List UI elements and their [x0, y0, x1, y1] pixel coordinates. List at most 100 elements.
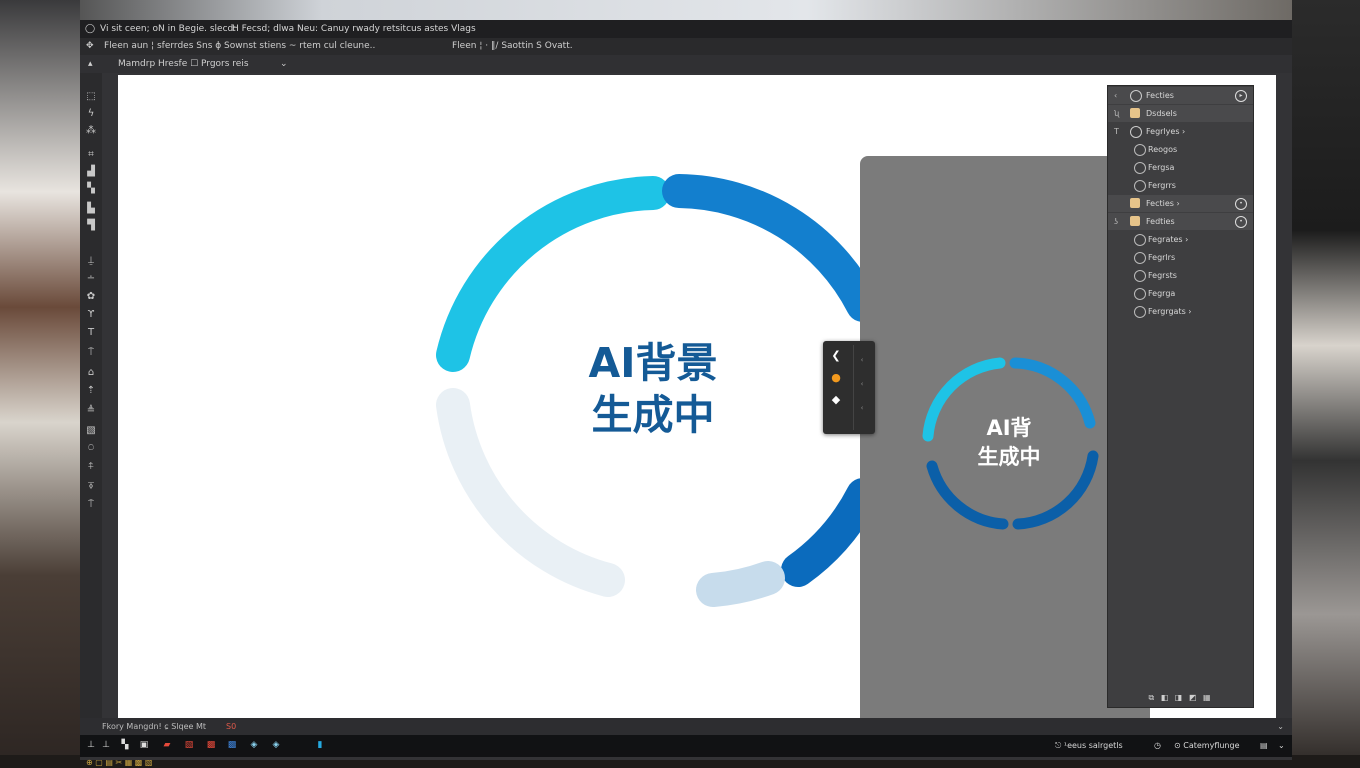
visibility-icon[interactable]: • — [1235, 216, 1247, 228]
layer-label: Fegrlyes › — [1146, 127, 1186, 136]
brush-tool-icon[interactable]: ▜ — [84, 220, 98, 232]
bottom-strip-icons: ⊕ ▢ ▤ ✂ ▦ ▩ ▧ — [86, 758, 153, 767]
taskbar-app-icon[interactable]: ⊥ — [85, 739, 97, 751]
crop-tool-icon[interactable]: ⌗ — [84, 149, 98, 161]
layer-circle-icon — [1134, 306, 1146, 318]
taskbar-tray-icon[interactable]: ▤ — [1260, 735, 1268, 757]
layer-label: Fecties — [1146, 91, 1174, 100]
hand-tool-icon[interactable]: ⍥ — [84, 443, 98, 455]
layer-folder-icon — [1130, 126, 1142, 138]
layer-row[interactable]: ‹ Fecties ▸ — [1108, 87, 1253, 104]
collapse-arrow-icon[interactable]: ❮ — [830, 349, 842, 363]
layer-row[interactable]: Fergrrs — [1108, 177, 1253, 194]
layer-row[interactable]: Reogos — [1108, 141, 1253, 158]
visibility-icon[interactable]: • — [1235, 198, 1247, 210]
foreground-color-icon[interactable]: ⍕ — [84, 481, 98, 493]
eyedropper-icon[interactable]: ▚ — [84, 183, 98, 195]
layer-arrow-icon: ʯ — [1114, 109, 1120, 118]
layer-row[interactable]: Fegrates › — [1108, 231, 1253, 248]
shape-tool-icon[interactable]: ▧ — [84, 425, 98, 437]
preview-status-text: AI背 生成中 — [951, 414, 1067, 472]
taskbar-app-icon[interactable]: ⊥ — [100, 739, 112, 751]
layer-circle-icon — [1134, 270, 1146, 282]
layer-label: Fegrates › — [1148, 235, 1189, 244]
layer-label: Fegrlrs — [1148, 253, 1176, 262]
breadcrumb-text[interactable]: Mamdrp Hresfe ☐ Prgors reis — [118, 55, 249, 73]
taskbar-app-icon[interactable]: ▩ — [226, 739, 238, 751]
mini-arrow-icon[interactable]: ‹ — [857, 401, 867, 415]
background-top — [80, 0, 1292, 20]
layer-row[interactable]: Fegrsts — [1108, 267, 1253, 284]
layer-circle-icon — [1134, 162, 1146, 174]
clock-icon[interactable]: ◷ — [1154, 735, 1161, 757]
layer-circle-icon — [1134, 234, 1146, 246]
orange-dot-icon[interactable]: ● — [830, 371, 842, 385]
layer-circle-icon — [1134, 252, 1146, 264]
healing-brush-icon[interactable]: ▙ — [84, 203, 98, 215]
layer-row[interactable]: ʖ Fedties • — [1108, 213, 1253, 230]
layer-label: Fecties › — [1146, 199, 1180, 208]
dodge-tool-icon[interactable]: ⍑ — [84, 347, 98, 359]
taskbar-app-icon[interactable]: ◈ — [248, 739, 260, 751]
chevron-down-icon[interactable]: ⌄ — [1278, 735, 1285, 757]
document-canvas[interactable]: AI背景 生成中 AI背 生成中 › ❮ ● ◆ ‹ ‹ — [118, 75, 1276, 718]
menu-text-2[interactable]: H Fecsd; dlwa Neu: Canuy rwady retsitcus… — [232, 20, 476, 38]
layer-thumbnail-icon — [1130, 108, 1140, 118]
taskbar-app-icon[interactable]: ▰ — [161, 739, 173, 751]
background-right — [1292, 0, 1360, 768]
breadcrumb-up-icon[interactable]: ▴ — [88, 55, 93, 73]
mini-arrow-icon[interactable]: ‹ — [857, 353, 867, 367]
options-left[interactable]: Fleen aun ¦ sferrdes Sns ɸ Sownst stiens… — [104, 38, 375, 55]
layer-row[interactable]: Fegrga — [1108, 285, 1253, 302]
ring-segment-blue-bottom — [781, 478, 880, 587]
taskbar-app-icon[interactable]: ▚ — [119, 739, 131, 751]
blur-tool-icon[interactable]: T — [84, 327, 98, 339]
layer-row[interactable]: Fergrgats › — [1108, 303, 1253, 320]
taskbar-network[interactable]: ⎋ ¹eeus salrgetls — [1055, 735, 1123, 757]
layer-row[interactable]: ʯ Dsdsels — [1108, 105, 1253, 122]
status-text: Fkory Mangdn! ɕ Slqee Mt — [102, 722, 207, 731]
chevron-down-icon[interactable]: ⌄ — [1277, 718, 1284, 735]
layer-row[interactable]: Fegrlrs — [1108, 249, 1253, 266]
path-select-icon[interactable]: ≜ — [84, 405, 98, 417]
stamp-tool-icon[interactable]: ⍊ — [84, 255, 98, 267]
taskbar-app-icon[interactable]: ◈ — [270, 739, 282, 751]
toolbar-divider — [853, 345, 854, 430]
history-brush-icon[interactable]: ∸ — [84, 273, 98, 285]
options-right[interactable]: Fleen ¦ · ‖/ Saottin S Ovatt. — [452, 38, 573, 55]
zoom-tool-icon[interactable]: ⍏ — [84, 461, 98, 473]
tag-icon[interactable]: ◆ — [830, 393, 842, 407]
layer-arrow-icon: ‹ — [1114, 91, 1118, 100]
mini-arrow-icon[interactable]: ‹ — [857, 377, 867, 391]
visibility-icon[interactable]: ▸ — [1235, 90, 1247, 102]
layer-circle-icon — [1134, 144, 1146, 156]
menu-text[interactable]: Vi sit ceen; oN in Begie. slecd: — [100, 20, 236, 38]
taskbar-app-icon[interactable]: ▧ — [183, 739, 195, 751]
layer-thumbnail-icon — [1130, 216, 1140, 226]
gradient-tool-icon[interactable]: ϒ — [84, 309, 98, 321]
taskbar-app-icon[interactable]: ▣ — [138, 739, 150, 751]
pen-tool-icon[interactable]: ⌂ — [84, 367, 98, 379]
status-bar: Fkory Mangdn! ɕ Slqee Mt S0 ⌄ — [80, 718, 1292, 735]
background-color-icon[interactable]: ⍑ — [84, 499, 98, 511]
ring-segment-light-blue — [696, 561, 785, 607]
layer-row[interactable]: T Fegrlyes › — [1108, 123, 1253, 140]
layer-row[interactable]: Fecties › • — [1108, 195, 1253, 212]
taskbar-language[interactable]: ⊙ Catemyflunge — [1174, 735, 1240, 757]
taskbar: ⊥ ⊥ ▚ ▣ ▰ ▧ ▩ ▩ ◈ ◈ ▮ ⎋ ¹eeus salrgetls … — [80, 735, 1292, 757]
lasso-tool-icon[interactable]: ϟ — [84, 108, 98, 120]
app-logo-icon[interactable]: ◯ — [85, 20, 95, 38]
taskbar-app-icon[interactable]: ▮ — [314, 739, 326, 751]
marquee-tool-icon[interactable]: ⬚ — [84, 91, 98, 103]
frame-tool-icon[interactable]: ▟ — [84, 166, 98, 178]
layers-panel-footer-icons[interactable]: ⧉ ◧ ◨ ◩ ▦ — [1108, 689, 1253, 707]
taskbar-app-icon[interactable]: ▩ — [205, 739, 217, 751]
eraser-tool-icon[interactable]: ✿ — [84, 291, 98, 303]
layer-arrow-icon: ʖ — [1114, 217, 1119, 226]
move-tool-icon[interactable]: ✥ — [86, 38, 94, 55]
magic-wand-icon[interactable]: ⁂ — [84, 125, 98, 137]
type-tool-icon[interactable]: ⇡ — [84, 385, 98, 397]
floating-toolbar: ❮ ● ◆ ‹ ‹ ‹ — [823, 341, 875, 434]
layer-row[interactable]: Fergsa — [1108, 159, 1253, 176]
chevron-down-icon[interactable]: ⌄ — [280, 55, 288, 73]
